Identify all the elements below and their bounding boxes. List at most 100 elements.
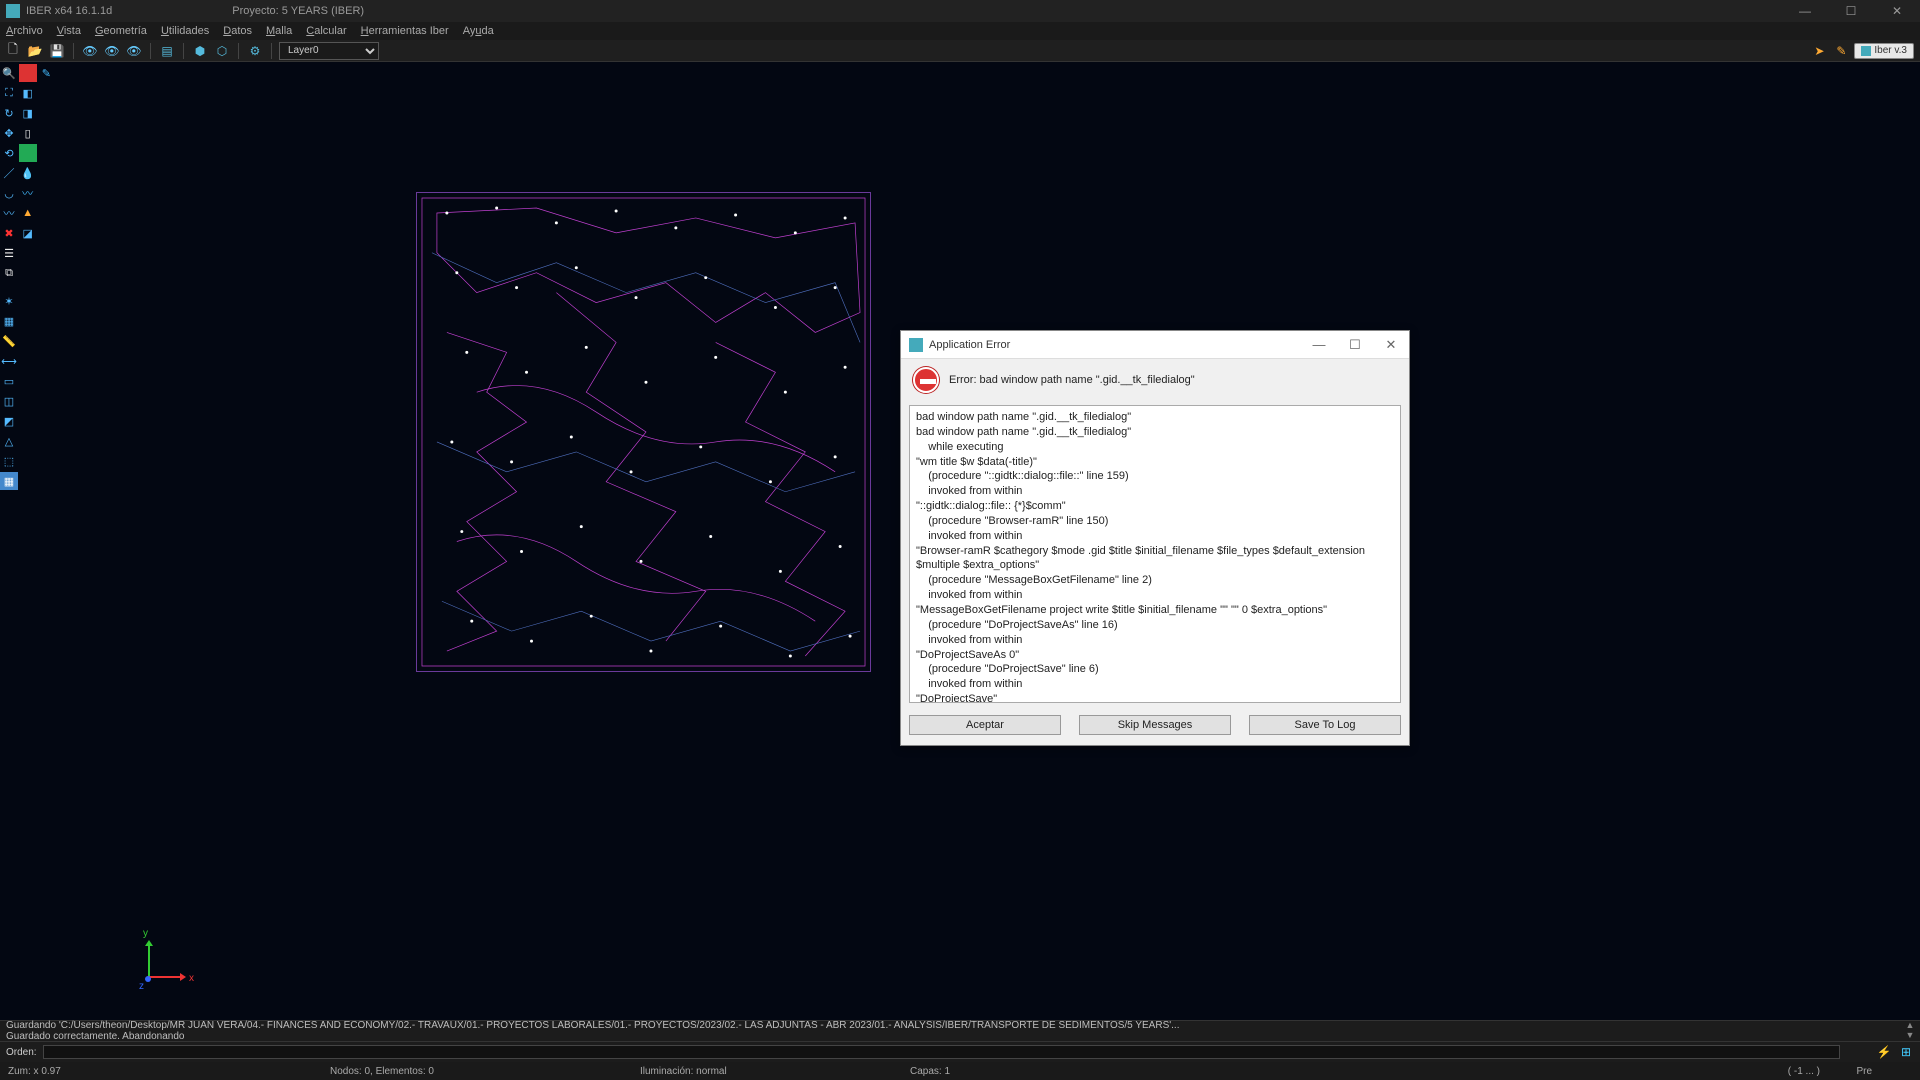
error-trace[interactable]: bad window path name ".gid.__tk_filedial… xyxy=(909,405,1401,703)
dialog-title: Application Error xyxy=(929,339,1010,351)
select-rect-icon[interactable]: ▭ xyxy=(0,372,18,390)
status-coordinates: ( -1 ... ) xyxy=(1788,1066,1820,1077)
list-icon[interactable]: ☰ xyxy=(0,244,18,262)
command-input[interactable] xyxy=(43,1045,1840,1059)
menu-utilidades[interactable]: Utilidades xyxy=(161,25,209,37)
view-icon-3[interactable]: 👁 xyxy=(125,42,143,60)
log-line-2: Guardado correctamente. Abandonando xyxy=(6,1031,1914,1042)
log-line-1: Guardando 'C:/Users/theon/Desktop/MR JUA… xyxy=(6,1020,1914,1031)
title-bar: IBER x64 16.1.1d Proyecto: 5 YEARS (IBER… xyxy=(0,0,1920,22)
grid-toggle-icon[interactable]: ⊞ xyxy=(1898,1044,1914,1060)
top-toolbar: 🗋 📂 💾 👁 👁 👁 ▤ ⬢ ⬡ ⚙ Layer0 ➤ ✎ Iber v.3 xyxy=(0,40,1920,62)
axis-z-label: z xyxy=(139,981,144,992)
log-panel: Guardando 'C:/Users/theon/Desktop/MR JUA… xyxy=(0,1020,1920,1042)
sheet-icon[interactable]: ▯ xyxy=(19,124,37,142)
save-icon[interactable]: 💾 xyxy=(48,42,66,60)
status-mode: Pre xyxy=(1856,1066,1872,1077)
error-icon xyxy=(913,367,939,393)
snap-icon[interactable]: ✶ xyxy=(0,292,18,310)
line-icon[interactable]: ／ xyxy=(0,164,18,182)
iber-logo-icon xyxy=(1861,46,1871,56)
delete-icon[interactable]: ✖ xyxy=(0,224,18,242)
model-drawing xyxy=(416,192,871,672)
layers-icon[interactable]: ▤ xyxy=(158,42,176,60)
menu-ayuda[interactable]: Ayuda xyxy=(463,25,494,37)
command-panel: Orden: ⚡ ⊞ xyxy=(0,1042,1920,1062)
polyline-icon[interactable]: 〰 xyxy=(0,204,18,222)
error-message: Error: bad window path name ".gid.__tk_f… xyxy=(949,374,1195,386)
minimize-button[interactable]: — xyxy=(1782,0,1828,22)
brush-icon[interactable]: ✎ xyxy=(1832,42,1850,60)
command-label: Orden: xyxy=(6,1047,37,1058)
layer-toggle-icon[interactable]: ◪ xyxy=(19,224,37,242)
layer-select[interactable]: Layer0 xyxy=(279,42,379,60)
tool-misc-3[interactable]: △ xyxy=(0,432,18,450)
tool-misc-4[interactable]: ⬚ xyxy=(0,452,18,470)
skip-messages-button[interactable]: Skip Messages xyxy=(1079,715,1231,735)
iber-version-text: Iber v.3 xyxy=(1874,45,1907,56)
menu-bar: Archivo Vista Geometría Utilidades Datos… xyxy=(0,22,1920,40)
close-button[interactable]: ✕ xyxy=(1874,0,1920,22)
open-file-icon[interactable]: 📂 xyxy=(26,42,44,60)
fire-icon[interactable]: ▲ xyxy=(19,204,37,222)
menu-herramientas[interactable]: Herramientas Iber xyxy=(361,25,449,37)
save-to-log-button[interactable]: Save To Log xyxy=(1249,715,1401,735)
gear-icon[interactable]: ⚙ xyxy=(246,42,264,60)
app-icon xyxy=(6,4,20,18)
red-tool-icon[interactable] xyxy=(19,64,37,82)
measure-icon[interactable]: 📏 xyxy=(0,332,18,350)
water-icon[interactable]: 💧 xyxy=(19,164,37,182)
dialog-close-button[interactable]: ✕ xyxy=(1373,331,1409,359)
accept-button[interactable]: Aceptar xyxy=(909,715,1061,735)
dialog-app-icon xyxy=(909,338,923,352)
maximize-button[interactable]: ☐ xyxy=(1828,0,1874,22)
lightning-icon[interactable]: ⚡ xyxy=(1876,1044,1892,1060)
log-scroll-down-icon[interactable]: ▼ xyxy=(1906,1031,1915,1041)
dialog-maximize-button[interactable]: ☐ xyxy=(1337,331,1373,359)
menu-geometria[interactable]: Geometría xyxy=(95,25,147,37)
copy-icon[interactable]: ⧉ xyxy=(0,264,18,282)
project-title: Proyecto: 5 YEARS (IBER) xyxy=(232,5,364,17)
pan-icon[interactable]: ✥ xyxy=(0,124,18,142)
arc-icon[interactable]: ◡ xyxy=(0,184,18,202)
menu-archivo[interactable]: Archivo xyxy=(6,25,43,37)
menu-malla[interactable]: Malla xyxy=(266,25,292,37)
iber-version-badge[interactable]: Iber v.3 xyxy=(1854,43,1914,59)
status-layers: Capas: 1 xyxy=(910,1066,950,1077)
axis-y-label: y xyxy=(143,928,148,939)
grid-icon[interactable]: ▦ xyxy=(0,312,18,330)
status-bar: Zum: x 0.97 Nodos: 0, Elementos: 0 Ilumi… xyxy=(0,1062,1920,1080)
run-icon[interactable] xyxy=(19,144,37,162)
zoom-extents-icon[interactable]: ⛶ xyxy=(0,84,18,102)
prop-icon-2[interactable]: ◨ xyxy=(19,104,37,122)
mesh-icon[interactable]: ▦ xyxy=(0,472,18,490)
arrow-icon[interactable]: ➤ xyxy=(1810,42,1828,60)
flow-icon[interactable]: 〰 xyxy=(19,184,37,202)
axis-x-label: x xyxy=(189,973,194,984)
pen-icon[interactable]: ✎ xyxy=(37,64,55,82)
error-dialog: Application Error — ☐ ✕ Error: bad windo… xyxy=(900,330,1410,746)
dialog-titlebar[interactable]: Application Error — ☐ ✕ xyxy=(901,331,1409,359)
dialog-minimize-button[interactable]: — xyxy=(1301,331,1337,359)
tool-misc-2[interactable]: ◩ xyxy=(0,412,18,430)
view-icon-1[interactable]: 👁 xyxy=(81,42,99,60)
new-file-icon[interactable]: 🗋 xyxy=(4,42,22,60)
prop-icon-1[interactable]: ◧ xyxy=(19,84,37,102)
tool-icon-b[interactable]: ⬡ xyxy=(213,42,231,60)
axis-gizmo: y x z xyxy=(141,932,201,992)
redraw-icon[interactable]: ⟲ xyxy=(0,144,18,162)
left-toolbars: 🔍 ⛶ ↻ ✥ ⟲ ／ ◡ 〰 ✖ ☰ ⧉ ✶ ▦ 📏 ⟷ ▭ ◫ ◩ △ ⬚ … xyxy=(0,62,56,1022)
dim-icon[interactable]: ⟷ xyxy=(0,352,18,370)
zoom-tool-icon[interactable]: 🔍 xyxy=(0,64,18,82)
tool-misc-1[interactable]: ◫ xyxy=(0,392,18,410)
menu-datos[interactable]: Datos xyxy=(223,25,252,37)
menu-vista[interactable]: Vista xyxy=(57,25,81,37)
status-nodes: Nodos: 0, Elementos: 0 xyxy=(330,1066,434,1077)
menu-calcular[interactable]: Calcular xyxy=(306,25,346,37)
tool-icon-a[interactable]: ⬢ xyxy=(191,42,209,60)
status-zoom: Zum: x 0.97 xyxy=(8,1066,61,1077)
main-viewport[interactable]: 🔍 ⛶ ↻ ✥ ⟲ ／ ◡ 〰 ✖ ☰ ⧉ ✶ ▦ 📏 ⟷ ▭ ◫ ◩ △ ⬚ … xyxy=(0,62,1920,1022)
rotate-icon[interactable]: ↻ xyxy=(0,104,18,122)
app-title: IBER x64 16.1.1d xyxy=(26,5,112,17)
view-icon-2[interactable]: 👁 xyxy=(103,42,121,60)
